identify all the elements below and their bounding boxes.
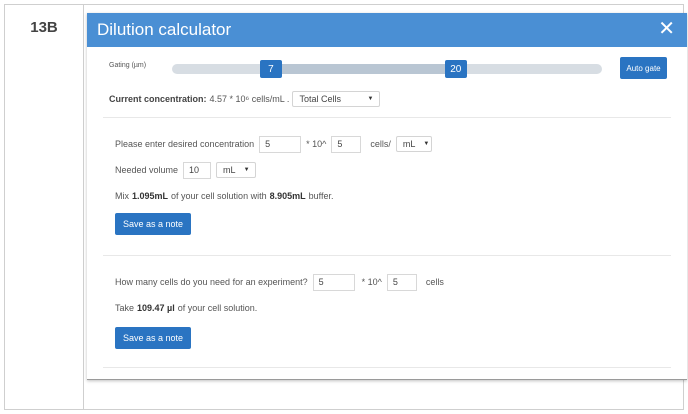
experiment-section: How many cells do you need for an experi… [115, 273, 444, 349]
chevron-down-icon: ▼ [423, 141, 430, 147]
current-concentration-value: 4.57 * 10⁶ cells/mL . [209, 94, 290, 104]
mix-middle: of your cell solution with [171, 191, 267, 201]
buffer-amount: 8.905mL [269, 191, 306, 201]
gating-min-handle[interactable]: 7 [259, 60, 282, 78]
desired-unit-prefix: cells/ [370, 139, 391, 149]
figure-label: 13B [5, 5, 84, 49]
times-ten-label: * 10^ [361, 277, 382, 287]
desired-exponent-input[interactable]: 5 [331, 135, 362, 153]
gating-max-handle[interactable]: 20 [444, 60, 467, 78]
mix-amount: 1.095mL [132, 191, 169, 201]
figure-frame: 13B Dilution calculator ✕ Gating (µm) 7 … [4, 4, 687, 410]
section-divider [103, 255, 671, 256]
dialog-header: Dilution calculator ✕ [87, 13, 687, 47]
mix-result-row: Mix 1.095mL of your cell solution with 8… [115, 187, 432, 205]
section-divider [103, 117, 671, 118]
take-prefix: Take [115, 303, 135, 313]
gating-range-fill [270, 64, 456, 74]
mix-prefix: Mix [115, 191, 129, 201]
desired-concentration-row: Please enter desired concentration 5 * 1… [115, 135, 432, 153]
experiment-cells-row: How many cells do you need for an experi… [115, 273, 444, 291]
gating-slider-row: Gating (µm) 7 20 Auto gate [87, 57, 687, 81]
experiment-mantissa-input[interactable]: 5 [312, 273, 355, 291]
section-divider [103, 367, 671, 368]
chevron-down-icon: ▼ [367, 96, 374, 102]
needed-volume-label: Needed volume [115, 165, 179, 175]
cell-type-selected: Total Cells [299, 94, 341, 104]
dialog-title: Dilution calculator [97, 20, 232, 39]
volume-unit-selected: mL [223, 165, 236, 175]
desired-mantissa-input[interactable]: 5 [259, 135, 302, 153]
needed-volume-input[interactable]: 10 [183, 161, 212, 179]
cell-type-select[interactable]: Total Cells ▼ [292, 91, 381, 107]
close-icon[interactable]: ✕ [658, 17, 675, 41]
volume-unit-select[interactable]: mL ▼ [216, 162, 257, 178]
experiment-exponent-input[interactable]: 5 [386, 273, 417, 291]
save-note-wrap: Save as a note [115, 327, 444, 349]
experiment-prompt: How many cells do you need for an experi… [115, 277, 308, 287]
current-concentration-row: Current concentration: 4.57 * 10⁶ cells/… [109, 91, 381, 107]
current-concentration-label: Current concentration: [109, 94, 207, 104]
dilution-calculator-dialog: Dilution calculator ✕ Gating (µm) 7 20 A… [87, 13, 687, 380]
desired-unit-select[interactable]: mL ▼ [395, 136, 432, 152]
gating-label: Gating (µm) [109, 62, 147, 69]
desired-unit-selected: mL [402, 139, 416, 149]
save-note-button[interactable]: Save as a note [115, 213, 192, 235]
save-note-wrap: Save as a note [115, 213, 432, 235]
mix-suffix: buffer. [308, 191, 334, 201]
desired-concentration-prompt: Please enter desired concentration [115, 139, 255, 149]
times-ten-label: * 10^ [306, 139, 327, 149]
frame-divider [83, 5, 84, 409]
needed-volume-row: Needed volume 10 mL ▼ [115, 161, 432, 179]
auto-gate-button[interactable]: Auto gate [620, 57, 667, 79]
chevron-down-icon: ▼ [243, 167, 250, 173]
experiment-unit: cells [425, 277, 444, 287]
take-suffix: of your cell solution. [177, 303, 258, 313]
gating-range-slider[interactable]: 7 20 [172, 60, 602, 78]
take-result-row: Take 109.47 µl of your cell solution. [115, 299, 444, 317]
save-note-button[interactable]: Save as a note [115, 327, 192, 349]
desired-concentration-section: Please enter desired concentration 5 * 1… [115, 135, 432, 235]
take-amount: 109.47 µl [137, 303, 175, 313]
